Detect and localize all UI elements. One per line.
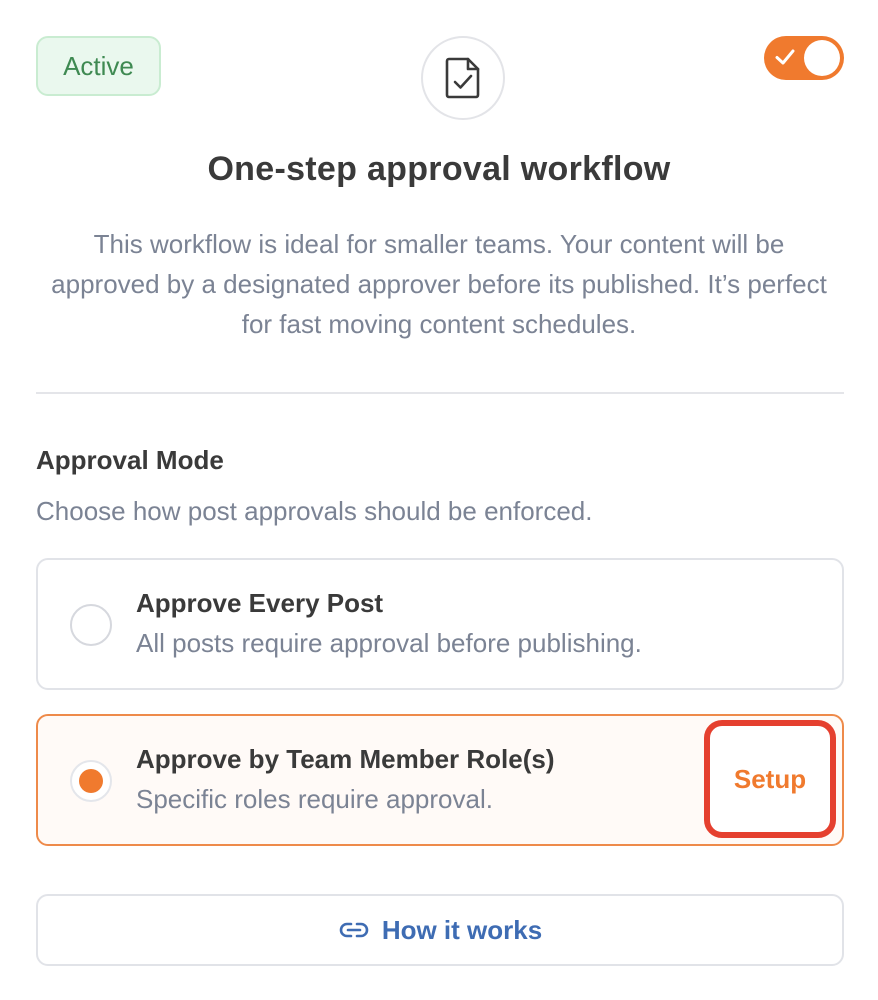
option-approve-every-post[interactable]: Approve Every Post All posts require app… bbox=[36, 558, 844, 690]
status-badge: Active bbox=[36, 36, 161, 96]
option-description: Specific roles require approval. bbox=[136, 784, 493, 814]
divider bbox=[36, 392, 844, 394]
how-it-works-label: How it works bbox=[381, 914, 543, 945]
option-title: Approve by Team Member Role(s) bbox=[136, 744, 555, 774]
workflow-description: This workflow is ideal for smaller teams… bbox=[51, 229, 827, 339]
setup-button[interactable]: Setup bbox=[704, 720, 836, 838]
radio-approve-every-post[interactable] bbox=[70, 604, 112, 646]
radio-approve-by-role[interactable] bbox=[70, 760, 112, 802]
workflow-toggle[interactable] bbox=[764, 36, 844, 80]
approval-mode-subtitle: Choose how post approvals should be enfo… bbox=[36, 496, 593, 526]
document-check-icon bbox=[445, 57, 480, 99]
toggle-knob bbox=[804, 40, 840, 76]
check-icon bbox=[775, 49, 795, 65]
workflow-title: One-step approval workflow bbox=[207, 150, 671, 188]
option-approve-by-role[interactable]: Approve by Team Member Role(s) Specific … bbox=[36, 714, 844, 846]
approval-mode-title: Approval Mode bbox=[36, 445, 224, 475]
link-icon bbox=[339, 922, 369, 938]
how-it-works-button[interactable]: How it works bbox=[36, 894, 844, 966]
workflow-icon-circle bbox=[421, 36, 505, 120]
option-description: All posts require approval before publis… bbox=[136, 628, 642, 658]
option-title: Approve Every Post bbox=[136, 588, 384, 618]
